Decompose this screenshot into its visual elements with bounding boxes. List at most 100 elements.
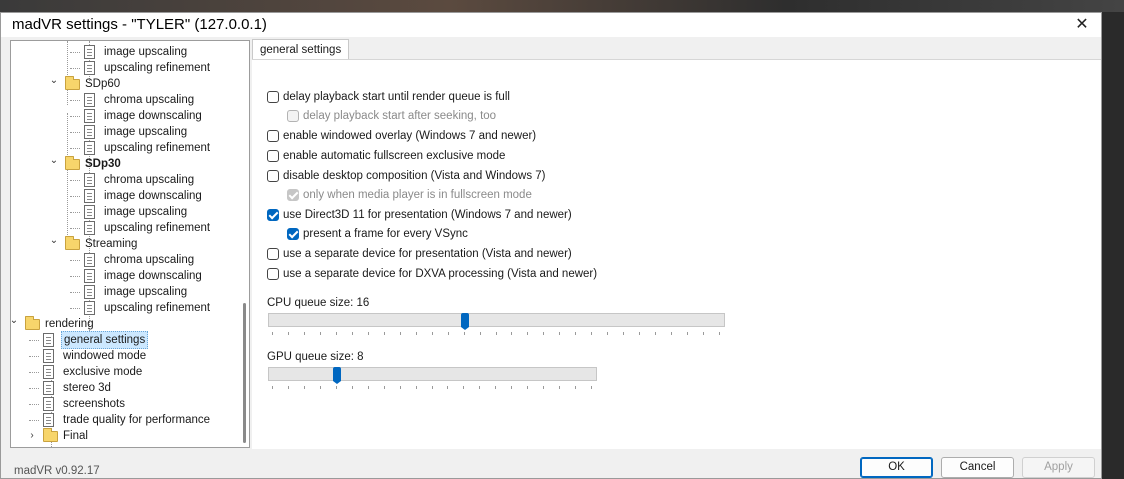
slider-tick — [384, 386, 385, 389]
document-icon — [43, 413, 54, 427]
tree-item-label: rendering — [45, 318, 94, 330]
chevron-down-icon[interactable]: ⌄ — [11, 313, 19, 329]
tree-item-label: upscaling refinement — [104, 62, 211, 74]
document-icon — [84, 93, 95, 107]
slider-tick — [655, 332, 656, 335]
cancel-button[interactable]: Cancel — [941, 457, 1014, 478]
checkbox-checked-icon[interactable] — [287, 228, 299, 240]
tree-item[interactable]: upscaling refinement — [11, 220, 241, 236]
checkbox-unchecked-icon[interactable] — [267, 91, 279, 103]
checkbox-unchecked-icon[interactable] — [267, 170, 279, 182]
version-label: madVR v0.92.17 — [14, 465, 100, 477]
tree-item[interactable]: general settings — [11, 331, 241, 349]
document-icon — [84, 109, 95, 123]
tree-item[interactable]: upscaling refinement — [11, 60, 241, 76]
tree-item-label: general settings — [61, 331, 149, 349]
chevron-down-icon[interactable]: ⌄ — [49, 73, 59, 89]
tree-folder-item[interactable]: ⌄ rendering — [11, 313, 241, 332]
slider-tick — [384, 332, 385, 335]
tree-item[interactable]: chroma upscaling — [11, 172, 241, 188]
gpu-queue-slider[interactable] — [268, 367, 597, 384]
checkbox-unchecked-icon[interactable] — [267, 150, 279, 162]
tree-connector — [29, 404, 39, 405]
slider-tick — [543, 386, 544, 389]
tree-item[interactable]: image upscaling — [11, 124, 241, 140]
chevron-right-icon[interactable]: › — [27, 428, 37, 444]
tree-item-label: upscaling refinement — [104, 142, 211, 154]
tree-item[interactable]: image upscaling — [11, 44, 241, 60]
settings-tree[interactable]: image upscaling upscaling refinement ⌄ SDp6… — [10, 40, 250, 448]
tree-connector — [70, 68, 80, 69]
slider-tick — [336, 332, 337, 335]
tree-item[interactable]: image downscaling — [11, 188, 241, 204]
tree-item[interactable]: upscaling refinement — [11, 300, 241, 316]
tree-item[interactable]: image downscaling — [11, 108, 241, 124]
slider-tick — [320, 332, 321, 335]
tree-item[interactable]: exclusive mode — [11, 364, 241, 380]
slider-tick — [352, 386, 353, 389]
tree-item-label: Streaming — [85, 238, 138, 250]
chevron-down-icon[interactable]: ⌄ — [49, 153, 59, 169]
slider-tick — [463, 386, 464, 389]
cpu-queue-slider[interactable] — [268, 313, 725, 330]
cpu-queue-slider-thumb[interactable] — [461, 313, 469, 330]
tree-folder-item[interactable]: ⌄ SDp30 — [11, 153, 241, 172]
tree-connector — [29, 372, 39, 373]
checkbox-checked-icon — [287, 189, 299, 201]
tree-folder-item[interactable]: › Final — [11, 428, 241, 444]
slider-tick — [416, 332, 417, 335]
option-label: disable desktop composition (Vista and W… — [283, 170, 546, 182]
slider-tick — [575, 332, 576, 335]
checkbox-unchecked-icon — [287, 110, 299, 122]
tree-connector — [29, 340, 39, 341]
tree-item[interactable]: stereo 3d — [11, 380, 241, 396]
slider-tick — [575, 386, 576, 389]
slider-tick — [272, 332, 273, 335]
apply-button[interactable]: Apply — [1022, 457, 1095, 478]
slider-tick — [432, 332, 433, 335]
checkbox-unchecked-icon[interactable] — [267, 268, 279, 280]
tree-item[interactable]: image upscaling — [11, 284, 241, 300]
tree-item[interactable]: image upscaling — [11, 204, 241, 220]
tree-scrollbar[interactable] — [243, 303, 246, 443]
tree-item[interactable]: windowed mode — [11, 348, 241, 364]
document-icon — [43, 349, 54, 363]
tree-folder-item[interactable]: ⌄ SDp60 — [11, 73, 241, 92]
tree-item-label: image upscaling — [104, 286, 188, 298]
slider-tick — [464, 332, 465, 335]
tree-connector — [70, 228, 80, 229]
tab-general-settings[interactable]: general settings — [252, 39, 350, 60]
checkbox-unchecked-icon[interactable] — [267, 248, 279, 260]
slider-tick — [432, 386, 433, 389]
tree-item-label: SDp30 — [85, 158, 121, 170]
slider-tick — [352, 332, 353, 335]
option-label: enable windowed overlay (Windows 7 and n… — [283, 130, 537, 142]
tree-item-label: image upscaling — [104, 206, 188, 218]
slider-tick — [527, 386, 528, 389]
checkbox-checked-icon[interactable] — [267, 209, 279, 221]
slider-tick — [288, 332, 289, 335]
chevron-down-icon[interactable]: ⌄ — [49, 233, 59, 249]
document-icon — [43, 333, 54, 347]
checkbox-unchecked-icon[interactable] — [267, 130, 279, 142]
close-icon[interactable]: ✕ — [1069, 13, 1095, 37]
tree-item-label: Final — [63, 430, 88, 442]
tree-folder-item[interactable]: ⌄ Streaming — [11, 233, 241, 252]
tree-item[interactable]: upscaling refinement — [11, 140, 241, 156]
tree-item[interactable]: screenshots — [11, 396, 241, 412]
ok-button[interactable]: OK — [860, 457, 933, 478]
tree-item[interactable]: image downscaling — [11, 268, 241, 284]
tree-item[interactable]: chroma upscaling — [11, 92, 241, 108]
document-icon — [84, 285, 95, 299]
tree-item-label: SDp60 — [85, 78, 121, 90]
tree-connector — [70, 292, 80, 293]
slider-tick — [400, 386, 401, 389]
tree-item[interactable]: chroma upscaling — [11, 252, 241, 268]
tree-item[interactable]: trade quality for performance — [11, 412, 241, 428]
cpu-queue-label: CPU queue size: 16 — [267, 297, 370, 309]
slider-tick — [288, 386, 289, 389]
gpu-queue-slider-thumb[interactable] — [333, 367, 341, 384]
tree-connector — [70, 276, 80, 277]
folder-icon — [65, 76, 80, 90]
tree-item-label: image downscaling — [104, 190, 202, 202]
